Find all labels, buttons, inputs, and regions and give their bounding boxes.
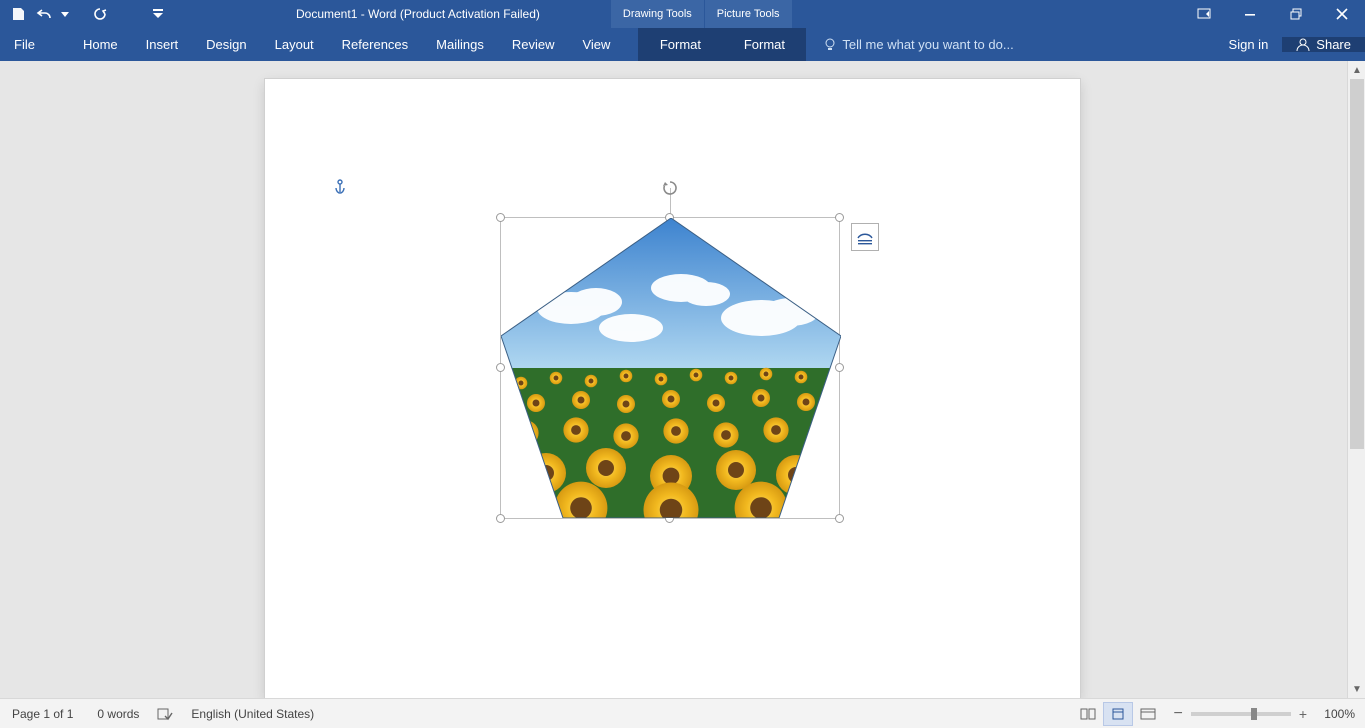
scroll-thumb[interactable]: [1350, 79, 1364, 449]
tab-file[interactable]: File: [0, 28, 49, 61]
rotation-handle-icon[interactable]: [660, 178, 680, 198]
status-words[interactable]: 0 words: [85, 707, 151, 721]
tab-view[interactable]: View: [568, 28, 624, 61]
read-mode-view-icon[interactable]: [1073, 702, 1103, 726]
redo-icon[interactable]: [90, 4, 110, 24]
tab-review[interactable]: Review: [498, 28, 569, 61]
zoom-slider[interactable]: [1191, 712, 1291, 716]
sign-in-link[interactable]: Sign in: [1215, 37, 1283, 52]
tab-picture-format[interactable]: Format: [722, 28, 806, 61]
contextual-tab-headers: Drawing Tools Picture Tools: [610, 0, 792, 28]
drawing-tools-header: Drawing Tools: [610, 0, 704, 28]
lightbulb-icon: [824, 38, 836, 52]
status-bar: Page 1 of 1 0 words English (United Stat…: [0, 698, 1365, 728]
tab-references[interactable]: References: [328, 28, 422, 61]
ribbon-tabs: File Home Insert Design Layout Reference…: [0, 28, 1365, 61]
document-page[interactable]: [265, 79, 1080, 698]
zoom-controls: − + 100%: [1163, 705, 1365, 723]
web-layout-view-icon[interactable]: [1133, 702, 1163, 726]
zoom-out-button[interactable]: −: [1173, 705, 1182, 723]
ribbon-display-options-icon[interactable]: [1181, 0, 1227, 28]
share-person-icon: [1296, 38, 1310, 52]
print-layout-view-icon[interactable]: [1103, 702, 1133, 726]
picture-pentagon[interactable]: [501, 218, 841, 518]
object-anchor-icon[interactable]: [333, 179, 347, 195]
share-button[interactable]: Share: [1282, 37, 1365, 52]
status-page[interactable]: Page 1 of 1: [0, 707, 85, 721]
vertical-scrollbar[interactable]: ▲ ▼: [1347, 61, 1365, 698]
restore-icon[interactable]: [1273, 0, 1319, 28]
picture-selection-frame[interactable]: [500, 217, 840, 519]
minimize-icon[interactable]: [1227, 0, 1273, 28]
layout-options-icon: [856, 228, 874, 246]
window-title: Document1 - Word (Product Activation Fai…: [296, 7, 540, 21]
status-language[interactable]: English (United States): [179, 707, 326, 721]
picture-tools-header: Picture Tools: [704, 0, 792, 28]
quick-access-toolbar: [0, 4, 176, 24]
customize-qat-icon[interactable]: [148, 4, 168, 24]
tab-insert[interactable]: Insert: [132, 28, 193, 61]
save-icon[interactable]: [8, 4, 28, 24]
zoom-level[interactable]: 100%: [1315, 707, 1355, 721]
layout-options-button[interactable]: [851, 223, 879, 251]
spellcheck-icon[interactable]: [151, 707, 179, 721]
undo-icon[interactable]: [34, 4, 54, 24]
scroll-up-icon[interactable]: ▲: [1348, 61, 1365, 79]
tab-home[interactable]: Home: [69, 28, 132, 61]
title-bar: Document1 - Word (Product Activation Fai…: [0, 0, 1365, 28]
window-controls: [1181, 0, 1365, 28]
tab-drawing-format[interactable]: Format: [638, 28, 722, 61]
tab-mailings[interactable]: Mailings: [422, 28, 498, 61]
tab-design[interactable]: Design: [192, 28, 260, 61]
tab-layout[interactable]: Layout: [261, 28, 328, 61]
undo-dropdown-icon[interactable]: [60, 4, 70, 24]
share-label: Share: [1316, 37, 1351, 52]
zoom-slider-knob[interactable]: [1251, 708, 1257, 720]
zoom-in-button[interactable]: +: [1299, 706, 1307, 722]
tell-me-placeholder: Tell me what you want to do...: [842, 37, 1013, 52]
scroll-down-icon[interactable]: ▼: [1348, 680, 1365, 698]
document-workspace: ▲ ▼: [0, 61, 1365, 698]
tell-me-search[interactable]: Tell me what you want to do...: [806, 28, 1214, 61]
close-icon[interactable]: [1319, 0, 1365, 28]
